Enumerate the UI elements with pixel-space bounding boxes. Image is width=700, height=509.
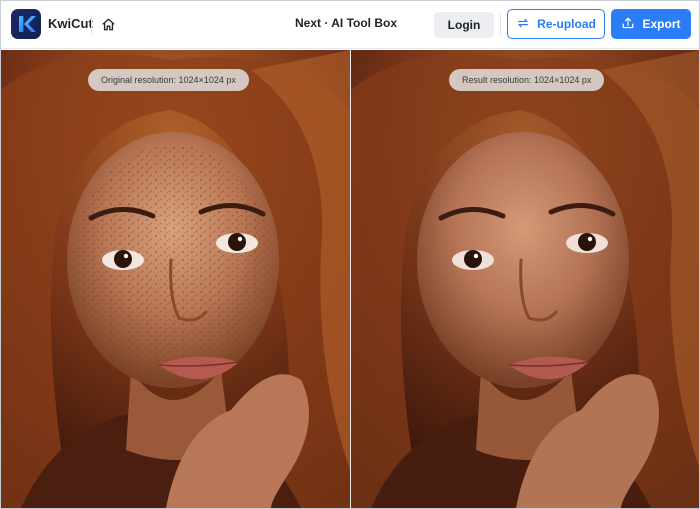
export-label: Export (642, 17, 681, 31)
result-resolution-label: Result resolution: 1024×1024 px (449, 69, 605, 91)
original-resolution-label: Original resolution: 1024×1024 px (88, 69, 249, 91)
home-icon[interactable] (98, 14, 118, 34)
divider (91, 15, 92, 35)
result-image-pane[interactable]: Result resolution: 1024×1024 px (351, 50, 699, 508)
reupload-button[interactable]: Re-upload (507, 9, 605, 39)
divider (500, 14, 501, 36)
original-image-pane[interactable]: Original resolution: 1024×1024 px (1, 50, 350, 508)
result-photo (351, 50, 699, 508)
top-bar: KwiCut Next · AI Tool Box Login Re-uploa… (1, 1, 699, 49)
comparison-view[interactable]: Original resolution: 1024×1024 px Result… (1, 50, 699, 508)
kwicut-logo-icon[interactable] (11, 9, 41, 39)
reupload-label: Re-upload (537, 17, 596, 31)
brand-name: KwiCut (48, 16, 93, 31)
app-window: KwiCut Next · AI Tool Box Login Re-uploa… (0, 0, 700, 509)
export-button[interactable]: Export (611, 9, 691, 39)
login-button[interactable]: Login (434, 12, 494, 38)
original-photo (1, 50, 350, 508)
sync-arrows-icon (516, 16, 530, 33)
page-title: Next · AI Tool Box (295, 16, 397, 30)
upload-tray-icon (621, 16, 635, 33)
